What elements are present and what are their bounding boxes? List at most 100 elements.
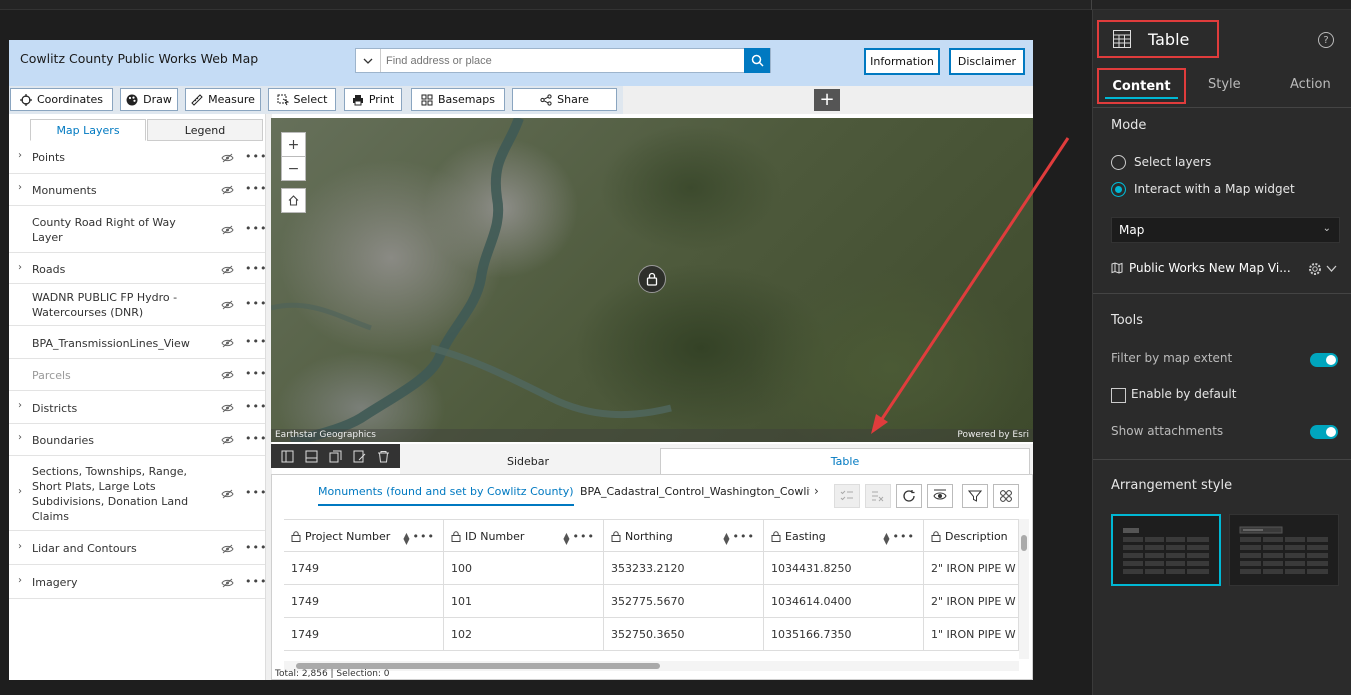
- panel-icon[interactable]: [305, 450, 318, 463]
- filter-button[interactable]: [962, 484, 988, 508]
- share-button[interactable]: Share: [512, 88, 617, 111]
- more-options-icon[interactable]: •••: [245, 222, 267, 235]
- measure-button[interactable]: Measure: [185, 88, 261, 111]
- select-button[interactable]: Select: [268, 88, 336, 111]
- show-selected-button[interactable]: [834, 484, 860, 508]
- layer-item[interactable]: BPA_TransmissionLines_View •••: [9, 327, 267, 359]
- chevron-right-icon[interactable]: ›: [18, 575, 22, 586]
- more-options-icon[interactable]: •••: [245, 541, 267, 554]
- visibility-off-icon[interactable]: [221, 435, 234, 445]
- show-hide-columns-button[interactable]: [927, 484, 953, 508]
- more-options-icon[interactable]: •••: [245, 575, 267, 588]
- visibility-off-icon[interactable]: [221, 403, 234, 413]
- vertical-scrollbar[interactable]: [1019, 519, 1029, 659]
- tab-legend[interactable]: Legend: [147, 119, 263, 141]
- tab-content[interactable]: Content: [1097, 68, 1186, 104]
- print-button[interactable]: Print: [344, 88, 402, 111]
- column-options-icon[interactable]: •••: [893, 530, 915, 543]
- table-tab-bpa-cadastral[interactable]: BPA_Cadastral_Control_Washington_Cowlitz: [580, 485, 810, 498]
- visibility-off-icon[interactable]: [221, 370, 234, 380]
- sort-icon[interactable]: ▲▼: [882, 531, 891, 543]
- chevron-right-icon[interactable]: ›: [18, 182, 22, 193]
- layer-item[interactable]: › Imagery •••: [9, 566, 267, 599]
- table-column-header[interactable]: Project Number ▲▼ •••: [284, 520, 444, 553]
- table-row[interactable]: 1749 100 353233.2120 1034431.8250 2" IRON PI…: [284, 552, 1019, 585]
- clear-selection-button[interactable]: [865, 484, 891, 508]
- search-button[interactable]: [744, 48, 770, 73]
- enable-by-default-checkbox[interactable]: [1111, 388, 1126, 403]
- sort-icon[interactable]: ▲▼: [722, 531, 731, 543]
- sort-icon[interactable]: ▲▼: [402, 531, 411, 543]
- search-source-dropdown[interactable]: [356, 49, 381, 72]
- chevron-right-icon[interactable]: ›: [18, 541, 22, 552]
- map-lock-button[interactable]: [638, 265, 666, 293]
- disclaimer-button[interactable]: Disclaimer: [949, 48, 1025, 75]
- visibility-off-icon[interactable]: [221, 338, 234, 348]
- tab-action[interactable]: Action: [1290, 77, 1331, 92]
- chevron-right-icon[interactable]: ›: [18, 432, 22, 443]
- layer-item[interactable]: › Lidar and Contours •••: [9, 532, 267, 565]
- chevron-down-icon[interactable]: [1326, 264, 1337, 273]
- table-tab-monuments[interactable]: Monuments (found and set by Cowlitz Coun…: [318, 485, 574, 506]
- more-options-icon[interactable]: •••: [245, 150, 267, 163]
- chevron-right-icon[interactable]: ›: [18, 262, 22, 273]
- table-options-button[interactable]: [993, 484, 1019, 508]
- visibility-off-icon[interactable]: [221, 489, 234, 499]
- visibility-off-icon[interactable]: [221, 300, 234, 310]
- powered-by-esri[interactable]: Powered by Esri: [957, 430, 1029, 440]
- visibility-off-icon[interactable]: [221, 225, 234, 235]
- add-widget-button[interactable]: +: [814, 89, 840, 111]
- map-widget-select[interactable]: Map ⌄: [1111, 217, 1340, 243]
- tab-table[interactable]: Table: [660, 448, 1030, 474]
- home-button[interactable]: [281, 188, 306, 213]
- visibility-off-icon[interactable]: [221, 265, 234, 275]
- layer-item[interactable]: › Boundaries •••: [9, 424, 267, 456]
- zoom-in-button[interactable]: +: [281, 132, 306, 157]
- table-column-header[interactable]: Description: [924, 520, 1019, 553]
- tab-sidebar[interactable]: Sidebar: [400, 448, 656, 474]
- chevron-right-icon[interactable]: ›: [18, 150, 22, 161]
- layer-item[interactable]: › Sections, Townships, Range, Short Plats…: [9, 456, 267, 531]
- map-view[interactable]: + − Earthstar Geographics Powered by Esr…: [271, 118, 1033, 442]
- draw-button[interactable]: Draw: [120, 88, 178, 111]
- filter-by-extent-toggle[interactable]: [1310, 353, 1338, 367]
- chevron-right-icon[interactable]: ›: [18, 400, 22, 411]
- table-column-header[interactable]: ID Number ▲▼ •••: [444, 520, 604, 553]
- table-row[interactable]: 1749 101 352775.5670 1034614.0400 2" IRON PI…: [284, 585, 1019, 618]
- layer-item[interactable]: › Points •••: [9, 141, 267, 174]
- column-options-icon[interactable]: •••: [413, 530, 435, 543]
- table-column-header[interactable]: Easting ▲▼ •••: [764, 520, 924, 553]
- more-options-icon[interactable]: •••: [245, 400, 267, 413]
- radio-select-layers[interactable]: [1111, 155, 1126, 170]
- tab-style[interactable]: Style: [1208, 77, 1241, 92]
- more-options-icon[interactable]: •••: [245, 432, 267, 445]
- edit-icon[interactable]: [353, 450, 366, 463]
- table-row[interactable]: 1749 102 352750.3650 1035166.7350 1" IRON PI…: [284, 618, 1019, 651]
- copy-icon[interactable]: [329, 450, 342, 463]
- coordinates-button[interactable]: Coordinates: [10, 88, 113, 111]
- layer-item[interactable]: County Road Right of Way Layer •••: [9, 206, 267, 253]
- layer-item[interactable]: › Districts •••: [9, 392, 267, 424]
- trash-icon[interactable]: [377, 450, 390, 463]
- chevron-right-icon[interactable]: ›: [18, 486, 22, 497]
- sidebar-toggle-icon[interactable]: [281, 450, 294, 463]
- visibility-off-icon[interactable]: [221, 153, 234, 163]
- more-options-icon[interactable]: •••: [245, 367, 267, 380]
- refresh-button[interactable]: [896, 484, 922, 508]
- layer-item[interactable]: › Monuments •••: [9, 174, 266, 206]
- zoom-out-button[interactable]: −: [281, 156, 306, 181]
- visibility-off-icon[interactable]: [221, 185, 234, 195]
- horizontal-scrollbar[interactable]: [284, 661, 1019, 671]
- more-options-icon[interactable]: •••: [245, 486, 267, 499]
- arrangement-style-2[interactable]: [1229, 514, 1339, 586]
- layer-item[interactable]: Parcels •••: [9, 359, 267, 391]
- show-attachments-toggle[interactable]: [1310, 425, 1338, 439]
- more-options-icon[interactable]: •••: [245, 297, 267, 310]
- arrangement-style-1[interactable]: [1111, 514, 1221, 586]
- tab-map-layers[interactable]: Map Layers: [30, 119, 146, 141]
- gear-icon[interactable]: [1308, 262, 1322, 276]
- layer-item[interactable]: › Roads •••: [9, 255, 266, 284]
- visibility-off-icon[interactable]: [221, 578, 234, 588]
- more-options-icon[interactable]: •••: [245, 335, 267, 348]
- radio-interact-map-widget[interactable]: [1111, 182, 1126, 197]
